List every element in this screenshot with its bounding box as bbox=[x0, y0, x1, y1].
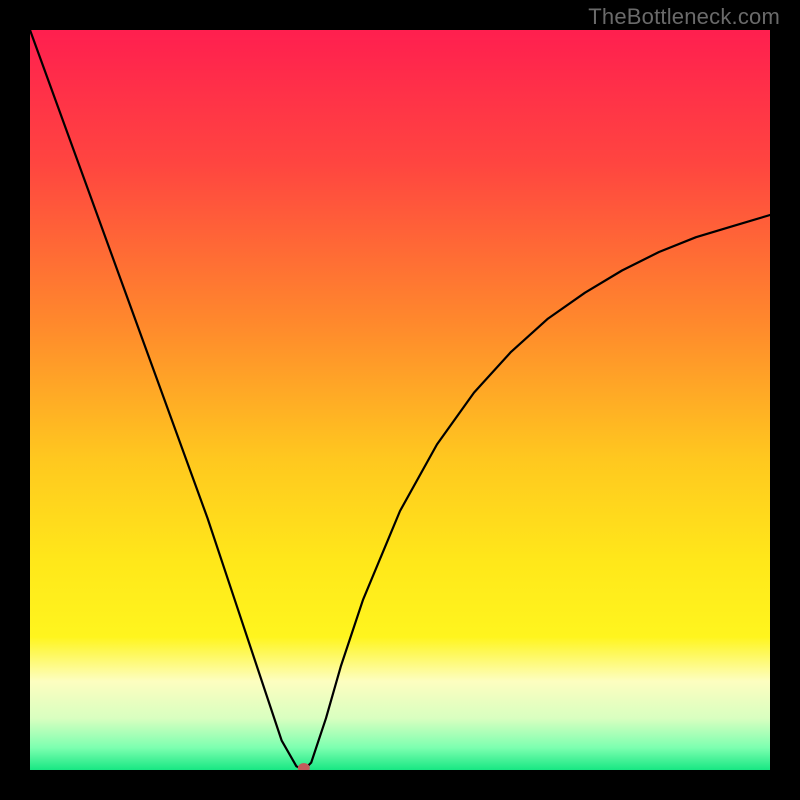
watermark-text: TheBottleneck.com bbox=[588, 4, 780, 30]
bottleneck-chart bbox=[30, 30, 770, 770]
gradient-background bbox=[30, 30, 770, 770]
